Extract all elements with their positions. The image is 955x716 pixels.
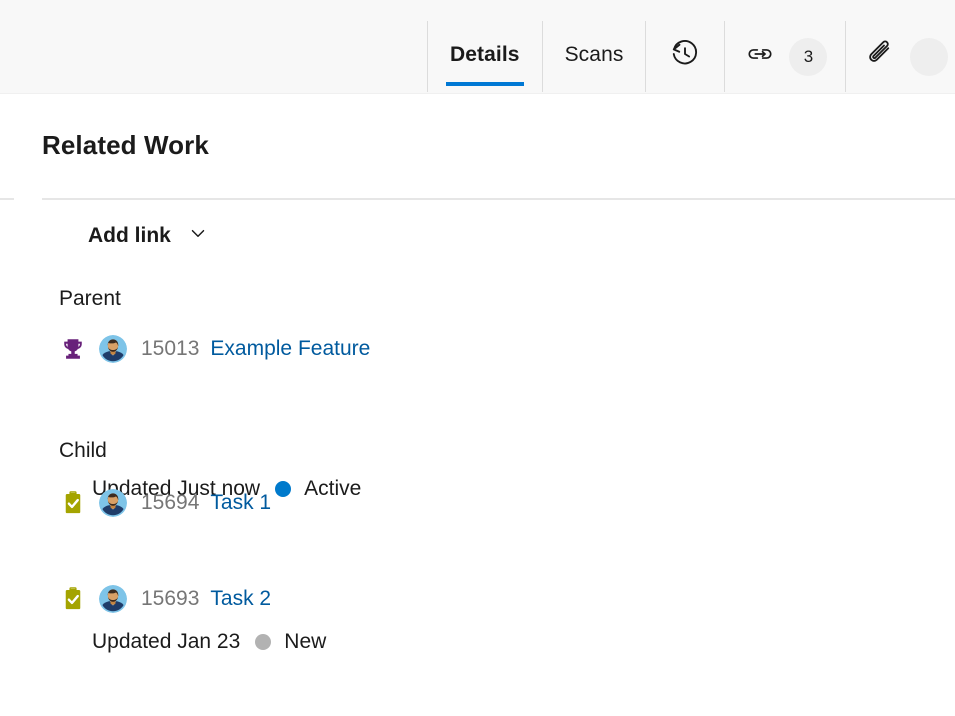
status-label: Active	[304, 477, 362, 500]
paperclip-icon	[866, 39, 896, 74]
work-item-id: 15694	[141, 491, 200, 514]
work-item-id: 15013	[141, 337, 200, 360]
chevron-down-icon	[187, 222, 209, 249]
tab-scans[interactable]: Scans	[541, 21, 646, 92]
avatar	[99, 335, 127, 363]
group-heading-child: Child	[59, 439, 107, 462]
link-icon	[745, 39, 775, 74]
related-work-item-row[interactable]: 15013 Example Feature	[59, 335, 370, 363]
history-icon	[670, 39, 700, 74]
work-item-header-bar: Details Scans 3	[0, 0, 955, 94]
group-heading-parent: Parent	[59, 287, 121, 310]
tab-history[interactable]	[645, 21, 724, 92]
tab-links[interactable]: 3	[724, 21, 845, 92]
work-item-id: 15693	[141, 587, 200, 610]
tab-details-label: Details	[450, 43, 520, 66]
status-dot	[255, 634, 272, 650]
updated-text: Updated Jan 23	[92, 630, 241, 653]
section-divider-stub	[0, 198, 14, 200]
task-clipboard-icon	[59, 585, 87, 613]
add-link-label: Add link	[88, 223, 171, 247]
task-clipboard-icon	[59, 489, 87, 517]
tab-scans-label: Scans	[564, 43, 624, 66]
related-work-item-row[interactable]: 15693 Task 2	[59, 585, 271, 613]
work-item-title-link[interactable]: Task 2	[210, 587, 271, 611]
tab-attachments[interactable]	[845, 21, 955, 92]
trophy-icon	[59, 335, 87, 363]
tab-active-indicator	[446, 82, 524, 86]
avatar	[99, 585, 127, 613]
related-work-item-meta: Updated Jan 23 New	[92, 630, 326, 654]
add-link-button[interactable]: Add link	[88, 222, 209, 249]
related-work-item-row[interactable]: 15694 Task 1	[59, 489, 271, 517]
status-dot	[275, 481, 292, 497]
status-label: New	[284, 630, 327, 653]
avatar	[99, 489, 127, 517]
section-divider	[42, 198, 955, 200]
attachments-count-badge	[910, 37, 949, 76]
work-item-title-link[interactable]: Task 1	[210, 491, 271, 515]
links-count-badge: 3	[789, 37, 828, 76]
tab-details[interactable]: Details	[427, 21, 542, 92]
page-title: Related Work	[42, 130, 209, 160]
work-item-title-link[interactable]: Example Feature	[210, 337, 370, 361]
related-work-panel: Related Work Add link Parent 15013 Examp…	[0, 94, 955, 716]
work-item-tab-group: Details Scans 3	[427, 21, 955, 92]
